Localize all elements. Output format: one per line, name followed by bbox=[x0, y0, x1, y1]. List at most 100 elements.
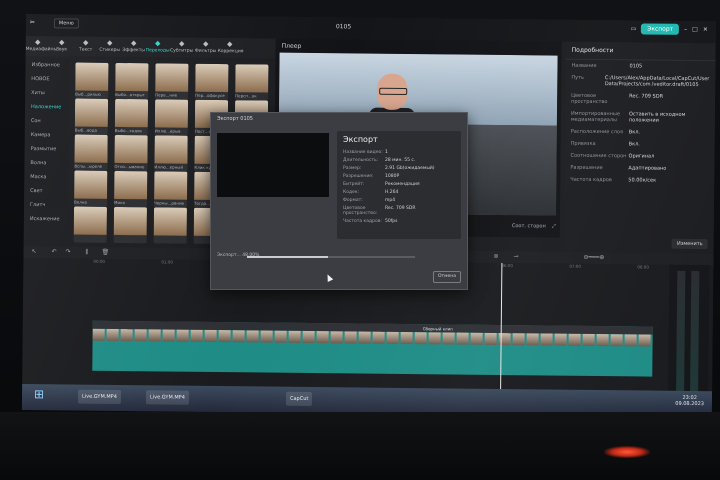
audio-icon: ◆ bbox=[58, 38, 65, 47]
window-title: 0105 bbox=[335, 23, 352, 31]
nav-item[interactable]: Искажение bbox=[24, 212, 68, 226]
layout-icon[interactable]: ▭ bbox=[630, 25, 636, 32]
nav-item[interactable]: Свет bbox=[24, 184, 68, 198]
transition-thumb[interactable]: Выб...вода bbox=[74, 98, 109, 135]
tool-2[interactable]: ◆ Текст bbox=[74, 37, 98, 57]
nav-item[interactable]: Размытие bbox=[25, 142, 69, 156]
nav-item[interactable]: НОВОЕ bbox=[25, 72, 69, 86]
export-info-row: Кодек: H.264 bbox=[343, 189, 399, 195]
transition-thumb[interactable] bbox=[113, 206, 147, 244]
nav-item[interactable]: Волна bbox=[24, 156, 68, 170]
export-button[interactable]: Экспорт bbox=[641, 23, 680, 35]
detail-row: Частота кадров 50.00к/сек bbox=[570, 176, 657, 184]
toolbar: ◆ Медиафайлы ◆ Звук ◆ Текст ◆ Стикеры ◆ Эффекты ◆ П… bbox=[25, 35, 276, 59]
start-icon[interactable]: ⊞ bbox=[34, 387, 44, 401]
transition-thumb[interactable] bbox=[153, 207, 187, 244]
tool-1[interactable]: ◆ Звук bbox=[50, 36, 74, 56]
transition-thumb[interactable]: Иллю...врыв bbox=[154, 99, 189, 136]
progress-fill bbox=[247, 256, 328, 258]
taskbar-clock[interactable]: 23:02 09.08.2023 bbox=[675, 395, 704, 407]
export-info: Экспорт Название видео: 1 Длительность: 28 … bbox=[337, 131, 461, 239]
red-light bbox=[604, 446, 650, 458]
tool-4[interactable]: ◆ Эффекты bbox=[122, 37, 146, 57]
ratio-button[interactable]: Соот. сторон bbox=[512, 223, 546, 229]
video-track[interactable] bbox=[92, 320, 653, 377]
transition-thumb[interactable]: Вспы...ыреле bbox=[74, 134, 108, 171]
nav-item[interactable]: Маска bbox=[24, 170, 68, 184]
link-icon[interactable]: ⊸ bbox=[513, 253, 518, 260]
minimize-icon[interactable]: – bbox=[684, 26, 687, 33]
export-info-row: Название видео: 1 bbox=[343, 149, 388, 155]
export-info-row: Разрешение: 1080P bbox=[343, 173, 400, 179]
ruler-tick: 07:00 bbox=[569, 263, 581, 269]
details-panel: Подробности Название 0105 Путь C:/Users/Ale… bbox=[563, 41, 716, 254]
transition-thumb[interactable]: Иллю...ерный bbox=[154, 135, 188, 172]
nav-item[interactable]: Камера bbox=[25, 128, 69, 142]
export-progress: Экспорт... 48.00% bbox=[217, 253, 417, 267]
change-button[interactable]: Изменить bbox=[671, 238, 708, 250]
nav-item[interactable]: Наложение bbox=[25, 100, 69, 114]
transition-thumb[interactable]: Выб...рилью bbox=[75, 62, 109, 99]
ruler-tick: 06:00 bbox=[501, 262, 513, 269]
undo-icon[interactable]: ↶ bbox=[51, 248, 56, 255]
transition-icon: ◆ bbox=[154, 39, 161, 48]
transition-thumb[interactable]: Персп...ок bbox=[235, 64, 269, 101]
tool-5[interactable]: ◆ Переходы bbox=[146, 37, 170, 57]
maximize-icon[interactable]: □ bbox=[692, 26, 698, 33]
transition-thumb[interactable]: Пере...ние bbox=[155, 63, 189, 100]
select-icon[interactable]: ↖ bbox=[31, 248, 36, 255]
export-dialog: Экспорт 0105 Экспорт Название видео: 1 Дли… bbox=[210, 112, 468, 290]
export-preview bbox=[217, 133, 329, 197]
transition-thumb[interactable]: Выбо...открыт bbox=[115, 62, 149, 100]
tool-3[interactable]: ◆ Стикеры bbox=[98, 37, 122, 57]
transition-thumb[interactable]: Черны...ранив bbox=[153, 171, 188, 208]
subtitle-icon: ◆ bbox=[178, 39, 185, 48]
detail-row: Путь C:/Users/Alex/AppData/Local/CapCut/U… bbox=[571, 74, 710, 89]
sticker-icon: ◆ bbox=[106, 38, 113, 47]
ruler-tick: 00:00 bbox=[93, 258, 105, 264]
tool-8[interactable]: ◆ Коррекция bbox=[218, 38, 244, 58]
transition-thumb[interactable] bbox=[73, 206, 107, 243]
nav-item[interactable]: Глитч bbox=[24, 198, 68, 212]
export-info-row: Длительность: 28 мин. 55 с. bbox=[343, 157, 416, 163]
close-icon[interactable]: ✕ bbox=[703, 26, 708, 33]
nav-item[interactable]: Избранное bbox=[25, 58, 69, 72]
fullscreen-icon[interactable]: ⤢ bbox=[552, 224, 556, 230]
snap-icon[interactable]: ⊚ bbox=[493, 253, 498, 260]
transition-thumb[interactable]: Пер...офокусе bbox=[195, 63, 229, 101]
details-title: Подробности bbox=[565, 41, 716, 62]
nav-item[interactable]: Сон bbox=[25, 114, 69, 128]
redo-icon[interactable]: ↷ bbox=[65, 248, 70, 255]
tool-6[interactable]: ◆ Субтитры bbox=[170, 38, 194, 58]
split-icon[interactable]: ⫼ bbox=[85, 249, 88, 257]
taskbar-item-3[interactable]: CapCut bbox=[285, 391, 313, 407]
cancel-button[interactable]: Отмена bbox=[433, 271, 461, 283]
filter-icon: ◆ bbox=[202, 39, 209, 48]
effects-icon: ◆ bbox=[130, 39, 137, 48]
tool-7[interactable]: ◆ Фильтры bbox=[194, 38, 218, 58]
taskbar-item-1[interactable]: Live.GYM.MP4 bbox=[77, 389, 121, 405]
nav-item[interactable]: Хиты bbox=[25, 86, 69, 100]
category-sidebar: Избранное НОВОЕ Хиты Наложение Сон Камера Разм… bbox=[23, 57, 70, 222]
transition-thumb[interactable]: Мико bbox=[113, 170, 148, 208]
ruler-tick: 08:00 bbox=[637, 264, 649, 270]
ruler-tick: 01:00 bbox=[161, 259, 173, 265]
text-icon: ◆ bbox=[82, 38, 89, 47]
export-info-row: Формат: mp4 bbox=[343, 197, 396, 203]
dialog-title: Экспорт 0105 bbox=[217, 116, 253, 122]
zoom-slider[interactable]: ⊖━━━⊕ bbox=[583, 254, 604, 261]
menu-button[interactable]: Меню bbox=[53, 18, 79, 29]
export-heading: Экспорт bbox=[343, 135, 378, 144]
transition-thumb[interactable]: Отло...ывание bbox=[114, 134, 148, 172]
taskbar-item-2[interactable]: Live.GYM.MP4 bbox=[145, 390, 189, 405]
capcut-logo-icon: ✂ bbox=[29, 19, 35, 27]
transition-thumb[interactable]: Выбо...ходов bbox=[114, 98, 149, 136]
adjust-icon: ◆ bbox=[226, 40, 233, 49]
transition-thumb[interactable]: Волна bbox=[73, 170, 108, 207]
detail-row: Импортированные медиаматериалы Оставить в… bbox=[570, 110, 686, 124]
export-info-row: Частота кадров: 50fps bbox=[343, 218, 398, 224]
export-info-row: Битрейт: Рекомендация bbox=[343, 181, 420, 187]
clip-label: Сборный клип bbox=[422, 326, 453, 332]
delete-icon[interactable]: 🗑 bbox=[101, 249, 109, 256]
tool-0[interactable]: ◆ Медиафайлы bbox=[26, 36, 57, 56]
